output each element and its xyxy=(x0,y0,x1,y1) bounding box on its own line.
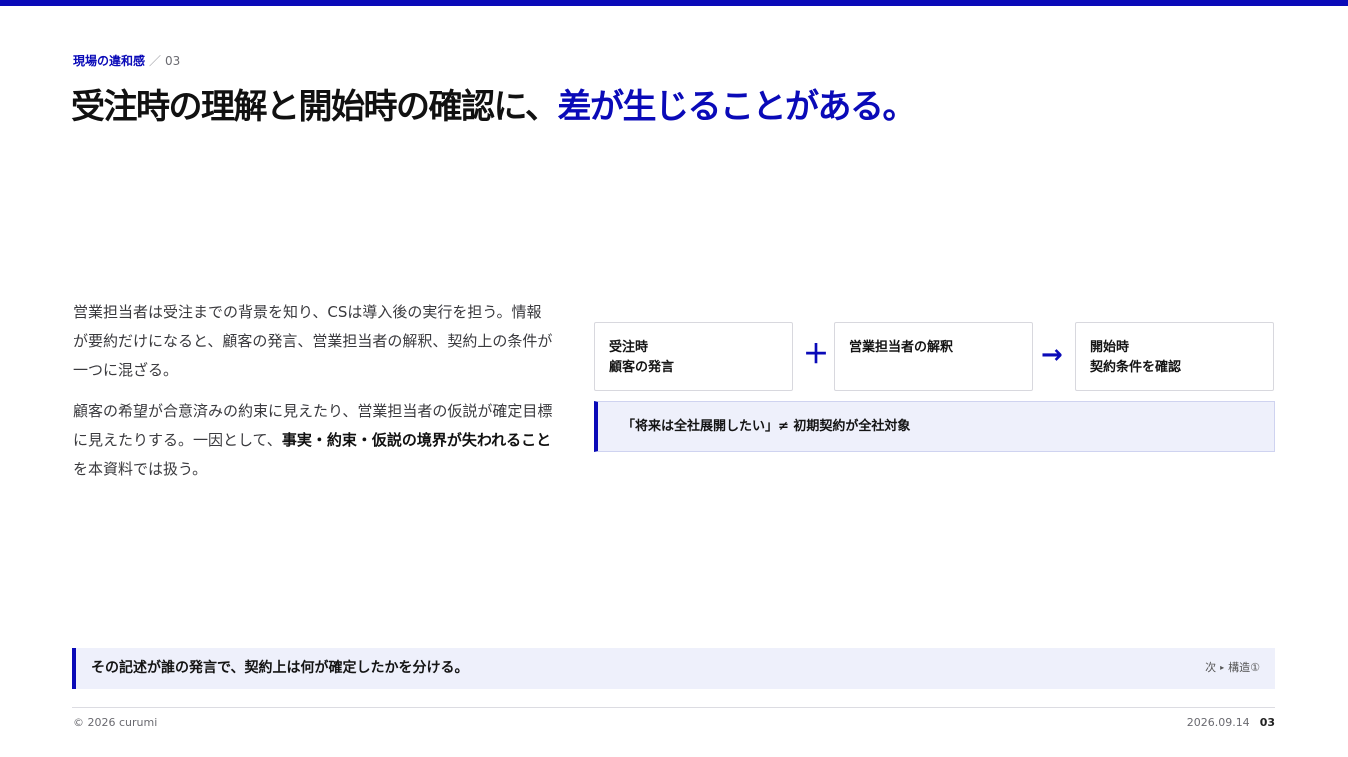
footer-copyright: © 2026 curumi xyxy=(73,716,158,729)
body-paragraph-1: 営業担当者は受注までの背景を知り、CSは導入後の実行を担う。情報が要約だけになる… xyxy=(73,303,553,379)
summary-text: その記述が誰の発言で、契約上は何が確定したかを分ける。 xyxy=(91,660,469,676)
body-text: 営業担当者は受注までの背景を知り、CSは導入後の実行を担う。情報が要約だけになる… xyxy=(73,298,555,496)
slide: 現場の違和感／ 03 受注時の理解と開始時の確認に、差が生じることがある。 営業担… xyxy=(0,0,1348,757)
example-callout: 「将来は全社展開したい」≠ 初期契約が全社対象 xyxy=(594,401,1275,452)
plus-icon: ＋ xyxy=(803,340,830,370)
page-title: 受注時の理解と開始時の確認に、差が生じることがある。 xyxy=(71,84,916,130)
diagram-box-sales-interpretation: 営業担当者の解釈 xyxy=(834,322,1033,391)
section-number: 03 xyxy=(165,54,181,68)
section-label: 現場の違和感 xyxy=(73,54,146,68)
title-plain: 受注時の理解と開始時の確認に、 xyxy=(71,87,559,127)
arrow-right-icon: → xyxy=(1041,340,1063,370)
body-p2-tail: を本資料では扱う。 xyxy=(73,460,208,478)
next-label: 次 xyxy=(1205,661,1217,674)
box-sales-interpretation-title: 営業担当者の解釈 xyxy=(849,340,954,355)
triangle-right-icon: ▸ xyxy=(1220,663,1225,672)
box-order-time-subtitle: 顧客の発言 xyxy=(609,360,675,375)
box-start-time-title: 開始時 xyxy=(1090,340,1130,355)
diagram-box-order-time: 受注時 顧客の発言 xyxy=(594,322,793,391)
section-separator: ／ xyxy=(149,54,162,68)
footer-divider xyxy=(72,707,1275,708)
body-p2-emphasis: 事実・約束・仮説の境界が失われること xyxy=(281,431,552,449)
box-start-time-subtitle: 契約条件を確認 xyxy=(1090,360,1182,375)
page-number: 03 xyxy=(1259,716,1275,729)
top-accent-bar xyxy=(0,0,1348,6)
section-eyebrow: 現場の違和感／ 03 xyxy=(73,52,180,70)
next-section-link[interactable]: 次 ▸ 構造① xyxy=(1205,659,1260,677)
box-order-time-title: 受注時 xyxy=(609,340,649,355)
footer-meta: 2026.09.14 03 xyxy=(1187,714,1275,732)
diagram-box-start-time: 開始時 契約条件を確認 xyxy=(1075,322,1274,391)
title-highlight: 差が生じることがある。 xyxy=(557,87,916,127)
body-paragraph-2: 顧客の希望が合意済みの約束に見えたり、営業担当者の仮説が確定目標に見えたりする。… xyxy=(73,397,555,484)
next-target: 構造① xyxy=(1228,661,1260,674)
summary-bar: その記述が誰の発言で、契約上は何が確定したかを分ける。 次 ▸ 構造① xyxy=(72,648,1275,689)
footer-date: 2026.09.14 xyxy=(1186,716,1250,729)
